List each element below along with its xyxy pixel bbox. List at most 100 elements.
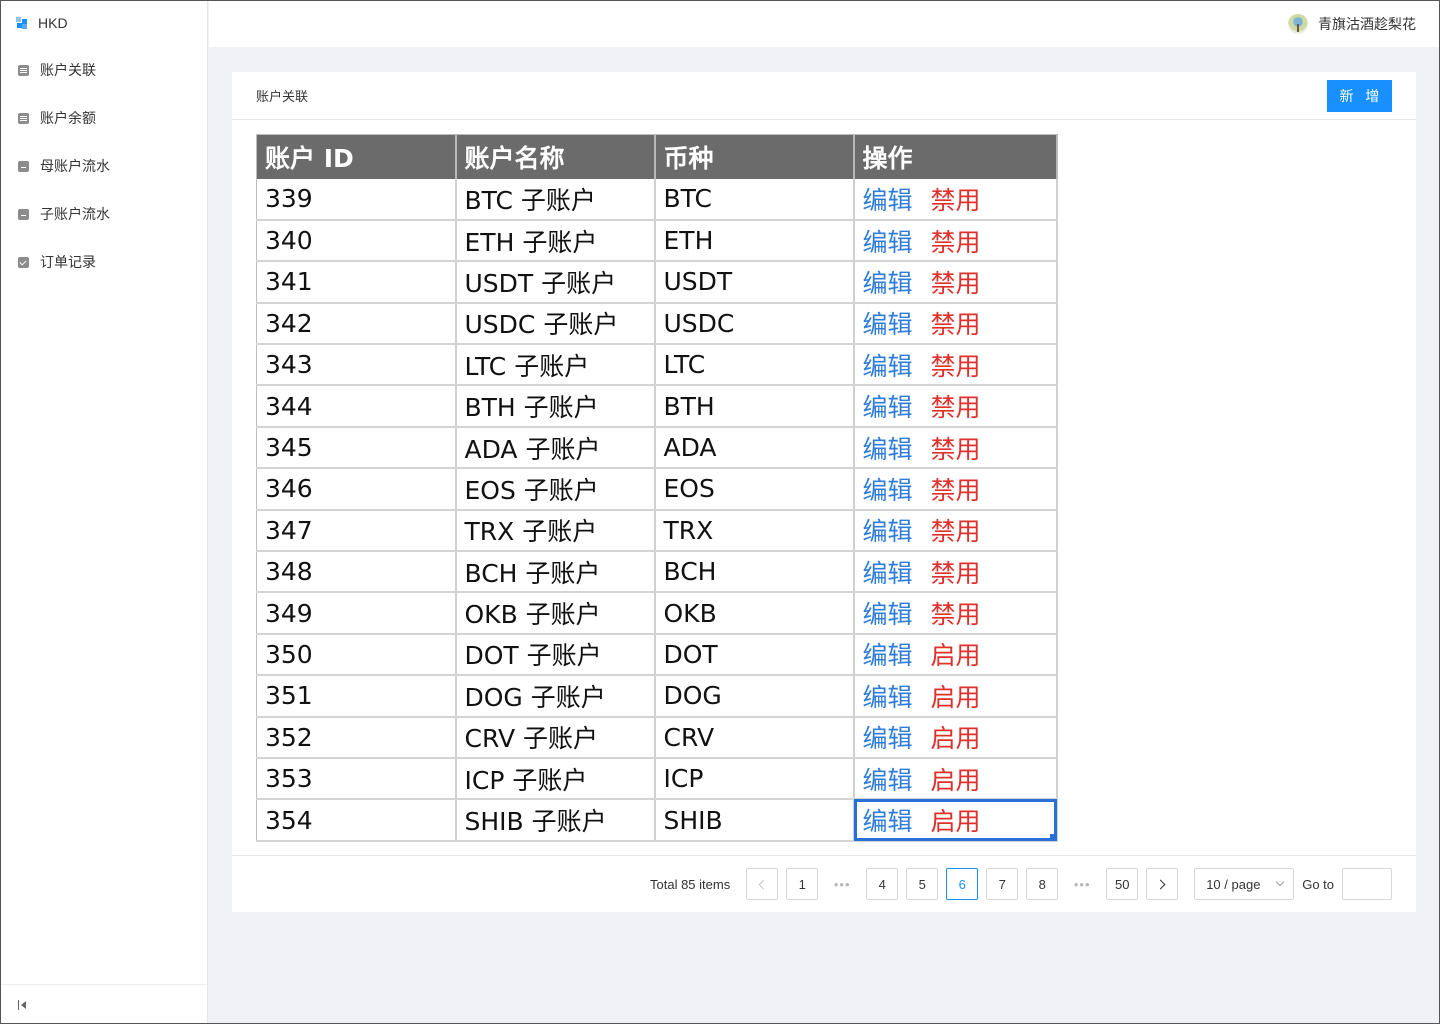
brand[interactable]: HKD bbox=[0, 0, 207, 46]
edit-link[interactable]: 编辑 bbox=[863, 600, 913, 629]
table-body: 339 BTC 子账户 BTC 编辑 禁用 340 ETH 子账户 ETH 编辑 禁用 341 USD… bbox=[256, 178, 1058, 842]
sidebar-item-parent-account-flow[interactable]: 母账户流水 bbox=[0, 142, 207, 190]
cell-currency: ICP bbox=[654, 757, 855, 801]
page-title: 账户关联 bbox=[256, 89, 309, 104]
page-button-5[interactable]: 5 bbox=[906, 868, 939, 900]
pagination: Total 85 items 1 ••• 4 5 6 7 8 ••• 50 10… bbox=[232, 855, 1416, 912]
sidebar-item-label: 子账户流水 bbox=[40, 206, 110, 222]
cell-account-id: 341 bbox=[256, 261, 457, 304]
edit-link[interactable]: 编辑 bbox=[863, 559, 913, 588]
toggle-status-link[interactable]: 启用 bbox=[931, 724, 981, 753]
user-menu[interactable]: 青旗沽酒趁梨花 bbox=[1288, 13, 1416, 34]
edit-link[interactable]: 编辑 bbox=[863, 641, 913, 670]
top-header: 青旗沽酒趁梨花 bbox=[209, 0, 1440, 47]
toggle-status-link[interactable]: 禁用 bbox=[931, 435, 981, 464]
cell-actions: 编辑 启用 bbox=[853, 633, 1058, 677]
edit-link[interactable]: 编辑 bbox=[863, 724, 913, 753]
cell-currency: OKB bbox=[654, 592, 855, 635]
cell-account-name: CRV 子账户 bbox=[455, 716, 656, 759]
table-row: 341 USDT 子账户 USDT 编辑 禁用 bbox=[256, 261, 1058, 304]
selection-handle[interactable] bbox=[1049, 833, 1055, 839]
edit-link[interactable]: 编辑 bbox=[863, 683, 913, 712]
edit-link[interactable]: 编辑 bbox=[863, 310, 913, 339]
add-button[interactable]: 新 增 bbox=[1327, 79, 1392, 112]
goto-page-input[interactable] bbox=[1342, 868, 1392, 900]
cell-account-id: 354 bbox=[256, 799, 457, 842]
cell-currency: USDT bbox=[654, 261, 855, 304]
table-row: 346 EOS 子账户 EOS 编辑 禁用 bbox=[256, 468, 1058, 511]
toggle-status-link[interactable]: 禁用 bbox=[931, 269, 981, 298]
edit-link[interactable]: 编辑 bbox=[863, 228, 913, 257]
prev-page-button[interactable] bbox=[746, 868, 779, 900]
toggle-status-link[interactable]: 启用 bbox=[931, 683, 981, 712]
cell-account-name: DOT 子账户 bbox=[455, 633, 656, 677]
cell-account-id: 349 bbox=[256, 592, 457, 635]
toggle-status-link[interactable]: 禁用 bbox=[931, 517, 981, 546]
cell-account-name: BCH 子账户 bbox=[455, 551, 656, 594]
table-row: 354 SHIB 子账户 SHIB 编辑 启用 bbox=[256, 799, 1058, 842]
edit-link[interactable]: 编辑 bbox=[863, 186, 913, 215]
cell-account-id: 353 bbox=[256, 757, 457, 801]
cell-actions: 编辑 禁用 bbox=[853, 261, 1058, 304]
edit-link[interactable]: 编辑 bbox=[863, 352, 913, 381]
toggle-status-link[interactable]: 启用 bbox=[931, 641, 981, 670]
sidebar-item-order-records[interactable]: 订单记录 bbox=[0, 238, 207, 286]
cell-account-name: BTH 子账户 bbox=[455, 385, 656, 428]
edit-link[interactable]: 编辑 bbox=[863, 766, 913, 795]
cell-currency: BCH bbox=[654, 551, 855, 594]
cell-actions: 编辑 禁用 bbox=[853, 551, 1058, 594]
toggle-status-link[interactable]: 禁用 bbox=[931, 393, 981, 422]
jump-next-ellipsis[interactable]: ••• bbox=[1066, 868, 1098, 900]
sidebar: HKD 账户关联 账户余额 母账户流水 子账户流水 订单记录 bbox=[0, 0, 208, 1024]
page-button-50[interactable]: 50 bbox=[1106, 868, 1139, 900]
edit-link[interactable]: 编辑 bbox=[863, 435, 913, 464]
column-header-currency: 币种 bbox=[654, 134, 855, 179]
sidebar-item-account-balance[interactable]: 账户余额 bbox=[0, 94, 207, 142]
column-header-actions: 操作 bbox=[853, 134, 1058, 179]
toggle-status-link[interactable]: 禁用 bbox=[931, 310, 981, 339]
edit-link[interactable]: 编辑 bbox=[863, 807, 913, 836]
page-button-4[interactable]: 4 bbox=[866, 868, 899, 900]
toggle-status-link[interactable]: 禁用 bbox=[931, 186, 981, 215]
cell-actions: 编辑 禁用 bbox=[853, 302, 1058, 346]
goto-page: Go to bbox=[1302, 868, 1392, 900]
edit-link[interactable]: 编辑 bbox=[863, 517, 913, 546]
page-button-8[interactable]: 8 bbox=[1026, 868, 1059, 900]
cell-account-id: 348 bbox=[256, 551, 457, 594]
page-size-select[interactable]: 10 / page bbox=[1194, 868, 1295, 900]
edit-link[interactable]: 编辑 bbox=[863, 269, 913, 298]
cell-account-name: TRX 子账户 bbox=[455, 509, 656, 553]
table-row: 343 LTC 子账户 LTC 编辑 禁用 bbox=[256, 344, 1058, 387]
cell-actions: 编辑 禁用 bbox=[853, 344, 1058, 387]
cell-account-name: BTC 子账户 bbox=[455, 178, 656, 221]
sidebar-footer bbox=[0, 984, 207, 1024]
page-button-6-current[interactable]: 6 bbox=[946, 868, 979, 900]
toggle-status-link[interactable]: 禁用 bbox=[931, 352, 981, 381]
bag-icon bbox=[18, 208, 29, 220]
page-button-7[interactable]: 7 bbox=[986, 868, 1019, 900]
jump-prev-ellipsis[interactable]: ••• bbox=[826, 868, 858, 900]
toggle-status-link[interactable]: 禁用 bbox=[931, 559, 981, 588]
toggle-status-link[interactable]: 禁用 bbox=[931, 476, 981, 505]
sidebar-item-sub-account-flow[interactable]: 子账户流水 bbox=[0, 190, 207, 238]
cell-actions: 编辑 禁用 bbox=[853, 592, 1058, 635]
cell-actions: 编辑 启用 bbox=[853, 757, 1058, 801]
next-page-button[interactable] bbox=[1146, 868, 1179, 900]
edit-link[interactable]: 编辑 bbox=[863, 393, 913, 422]
table-row: 339 BTC 子账户 BTC 编辑 禁用 bbox=[256, 178, 1058, 221]
toggle-status-link[interactable]: 禁用 bbox=[931, 228, 981, 257]
collapse-sidebar-icon[interactable] bbox=[18, 999, 28, 1010]
edit-link[interactable]: 编辑 bbox=[863, 476, 913, 505]
table-row: 344 BTH 子账户 BTH 编辑 禁用 bbox=[256, 385, 1058, 428]
toggle-status-link[interactable]: 禁用 bbox=[931, 600, 981, 629]
cell-account-name: ICP 子账户 bbox=[455, 757, 656, 801]
sidebar-item-label: 母账户流水 bbox=[40, 158, 110, 174]
chevron-right-icon bbox=[1155, 879, 1166, 889]
toggle-status-link[interactable]: 启用 bbox=[931, 766, 981, 795]
toggle-status-link[interactable]: 启用 bbox=[931, 807, 981, 836]
cell-currency: ADA bbox=[654, 426, 855, 470]
cell-currency: BTC bbox=[654, 178, 855, 221]
brand-name: HKD bbox=[38, 15, 68, 31]
sidebar-item-account-link[interactable]: 账户关联 bbox=[0, 46, 207, 94]
page-button-1[interactable]: 1 bbox=[786, 868, 819, 900]
